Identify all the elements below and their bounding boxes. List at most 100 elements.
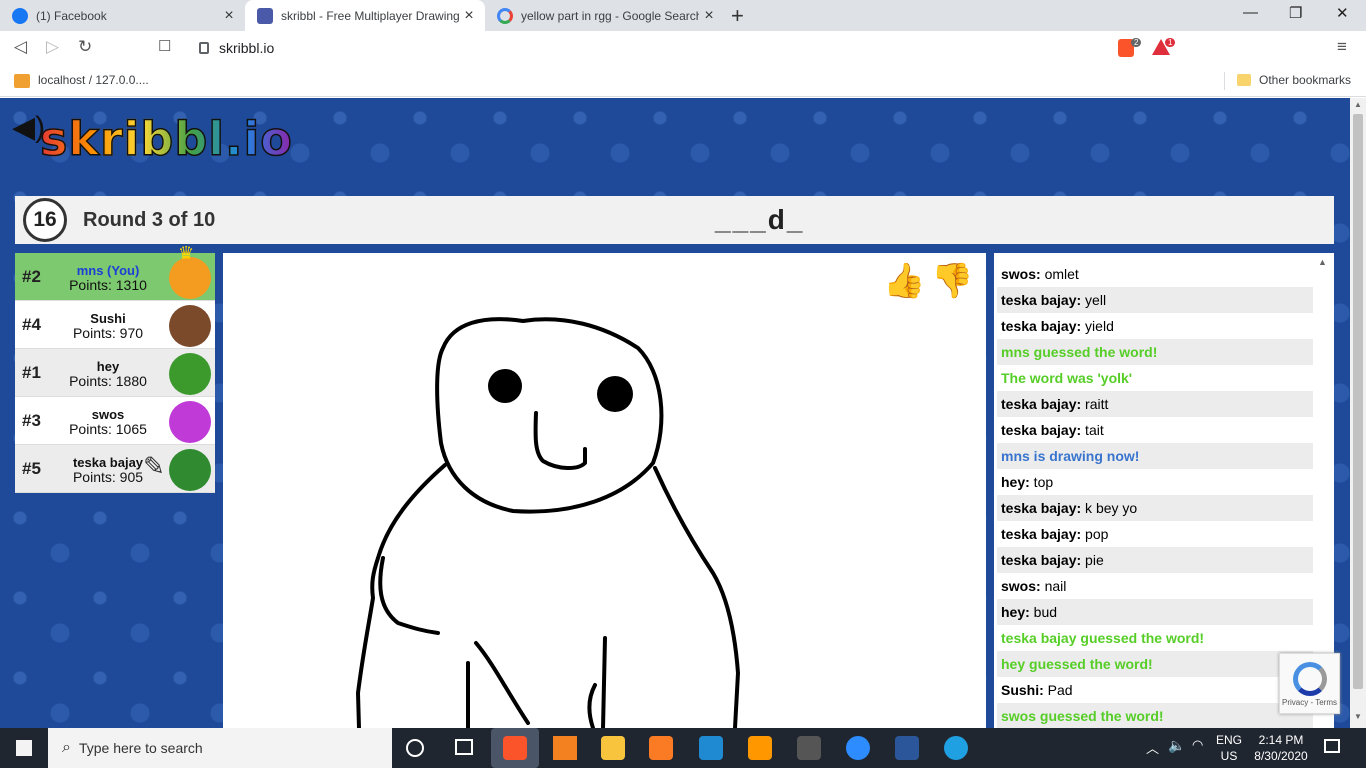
language-top: ENG	[1215, 733, 1242, 747]
chat-message: The word was 'yolk'	[997, 365, 1313, 391]
new-tab-button[interactable]: +	[731, 3, 744, 29]
word-hint: ___d_	[715, 204, 805, 235]
zoom-icon[interactable]	[846, 736, 870, 760]
show-hidden-icons-icon[interactable]: ︿	[1146, 738, 1159, 757]
bookmark-icon[interactable]: ☐	[158, 37, 171, 55]
pencil-drawing-icon: ✎	[143, 451, 165, 481]
player-row[interactable]: #1 hey Points: 1880	[15, 349, 215, 397]
chat-scroll-up-icon[interactable]: ▲	[1318, 257, 1327, 267]
player-rank: #5	[22, 459, 41, 478]
task-view-icon[interactable]	[455, 739, 473, 755]
windows-start-icon[interactable]	[16, 740, 32, 756]
taskbar-search[interactable]: ⌕ Type here to search	[48, 728, 392, 768]
tab-facebook[interactable]: (1) Facebook ×	[0, 0, 245, 31]
thumbs-down-icon[interactable]: 👎	[931, 261, 973, 301]
tab-skribbl[interactable]: skribbl - Free Multiplayer Drawing ×	[245, 0, 485, 31]
chat-text: k bey yo	[1081, 500, 1138, 516]
close-tab-icon[interactable]: ×	[699, 7, 719, 25]
back-icon[interactable]: ◁	[14, 37, 27, 57]
chat-text: swos guessed the word!	[1001, 708, 1164, 724]
skribbl-icon	[257, 7, 273, 24]
logo-text: skribbl.io	[39, 111, 293, 167]
vscode-icon[interactable]	[699, 736, 723, 760]
app-icon[interactable]	[797, 736, 821, 760]
chat-message: teska bajay: raitt	[997, 391, 1313, 417]
drawing-head-stroke	[435, 317, 664, 514]
drawing-inner-leg-stroke	[587, 683, 597, 728]
player-points: Points: 1880	[69, 373, 147, 389]
folder-icon	[1237, 74, 1251, 86]
phpmyadmin-icon	[14, 74, 30, 88]
close-tab-icon[interactable]: ×	[459, 7, 479, 25]
maximize-button[interactable]: ❐	[1289, 4, 1302, 22]
chat-text: yield	[1081, 318, 1114, 334]
word-icon[interactable]	[895, 736, 919, 760]
bookmarks-divider	[1224, 72, 1225, 90]
thumbs-up-icon[interactable]: 👍	[883, 261, 925, 301]
chat-username: swos:	[1001, 266, 1041, 282]
scroll-up-icon[interactable]: ▲	[1354, 100, 1362, 109]
player-name: hey	[96, 359, 120, 374]
chat-text: mns is drawing now!	[1001, 448, 1140, 464]
close-window-button[interactable]: ✕	[1336, 4, 1349, 22]
file-explorer-icon[interactable]	[601, 736, 625, 760]
volume-icon[interactable]: 🔈	[1168, 737, 1185, 754]
minimize-button[interactable]: —	[1243, 4, 1258, 21]
vlc-icon[interactable]	[553, 736, 577, 760]
chat-message: mns guessed the word!	[997, 339, 1313, 365]
drawing	[356, 317, 740, 728]
menu-icon[interactable]: ≡	[1337, 37, 1347, 57]
chat-text: pie	[1081, 552, 1104, 568]
edge-icon[interactable]	[944, 736, 968, 760]
chat-text: bud	[1029, 604, 1058, 620]
player-row[interactable]: #3 swos Points: 1065	[15, 397, 215, 445]
cortana-icon[interactable]	[406, 739, 424, 757]
chat-text: Pad	[1043, 682, 1073, 698]
player-list: #2 mns (You) Points: 1310 ♛ #4 Sushi Poi…	[15, 243, 215, 493]
chat-message: swos: nail	[997, 573, 1313, 599]
player-row[interactable]: #4 Sushi Points: 970	[15, 301, 215, 349]
chat-message: hey: top	[997, 469, 1313, 495]
reload-icon[interactable]: ↻	[78, 37, 92, 57]
recaptcha-badge[interactable]: Privacy - Terms	[1279, 653, 1340, 714]
drawing-canvas[interactable]: 👍 👎	[223, 253, 986, 728]
tab-title: skribbl - Free Multiplayer Drawing	[281, 8, 459, 23]
chat-username: teska bajay:	[1001, 318, 1082, 334]
address-bar[interactable]: skribbl.io	[187, 34, 1179, 62]
player-row[interactable]: #2 mns (You) Points: 1310 ♛	[15, 243, 215, 301]
language-indicator[interactable]: ENG US	[1214, 732, 1244, 764]
player-rank: #4	[22, 315, 41, 334]
game-page: ◀) skribbl.io 16 Round 3 of 10 ___d_ #2 …	[0, 98, 1350, 728]
chat-username: hey:	[1001, 604, 1030, 620]
tab-title: yellow part in rgg - Google Search	[521, 8, 699, 23]
chat-message: Sushi: Pad	[997, 677, 1313, 703]
clock[interactable]: 2:14 PM 8/30/2020	[1250, 732, 1312, 764]
tab-google-search[interactable]: yellow part in rgg - Google Search ×	[485, 0, 725, 31]
other-bookmarks[interactable]: Other bookmarks	[1259, 73, 1351, 87]
page-scrollbar[interactable]: ▲ ▼	[1350, 98, 1366, 728]
chat-username: swos:	[1001, 578, 1041, 594]
chat-text: raitt	[1081, 396, 1109, 412]
chat-text: mns guessed the word!	[1001, 344, 1158, 360]
chat-message: teska bajay: yield	[997, 313, 1313, 339]
chat-username: teska bajay:	[1001, 292, 1082, 308]
player-avatar	[169, 305, 211, 347]
bookmark-localhost[interactable]: localhost / 127.0.0....	[38, 73, 149, 87]
crown-icon: ♛	[178, 243, 195, 263]
player-rank: #3	[22, 411, 41, 430]
wifi-icon[interactable]: ◠	[1192, 737, 1203, 753]
close-tab-icon[interactable]: ×	[219, 7, 239, 25]
player-points: Points: 1310	[69, 277, 147, 293]
notifications-icon[interactable]	[1324, 739, 1340, 753]
forward-icon[interactable]: ▷	[46, 37, 59, 57]
xampp-icon[interactable]	[649, 736, 673, 760]
player-row[interactable]: #5 teska bajay Points: 905 ✎	[15, 445, 215, 493]
sublime-icon[interactable]	[748, 736, 772, 760]
chat-text: tait	[1081, 422, 1104, 438]
timer-clock-icon: 16	[23, 198, 67, 242]
browser-toolbar: ◁ ▷ ↻ ☐ skribbl.io 2 1 ≡	[0, 31, 1366, 65]
scroll-thumb[interactable]	[1353, 114, 1363, 689]
scroll-down-icon[interactable]: ▼	[1354, 712, 1362, 721]
recaptcha-links[interactable]: Privacy - Terms	[1282, 698, 1337, 707]
bookmarks-bar: localhost / 127.0.0.... Other bookmarks	[0, 65, 1366, 97]
